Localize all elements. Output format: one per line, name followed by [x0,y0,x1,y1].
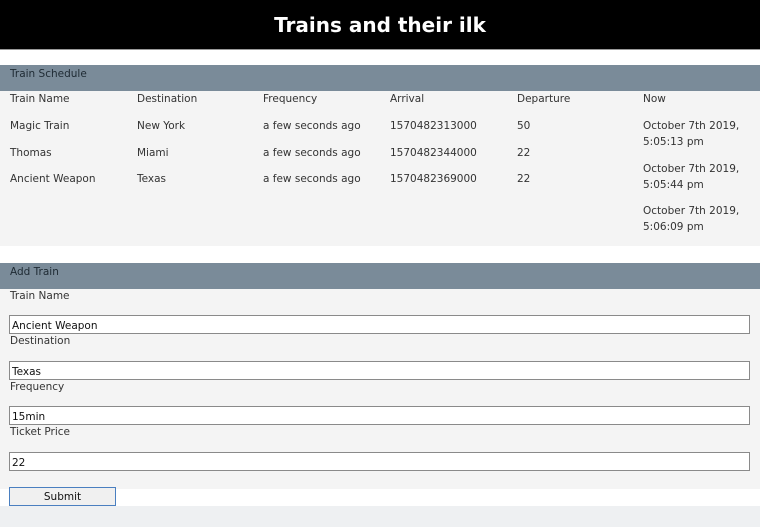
now-timestamp-1-time: 5:05:13 pm [643,136,704,148]
table-row-2-frequency: a few seconds ago [263,147,361,159]
now-timestamp-3-date: October 7th 2019, [643,205,740,217]
table-row-3-frequency: a few seconds ago [263,173,361,185]
submit-button[interactable]: Submit [9,487,116,506]
now-timestamp-3-time: 5:06:09 pm [643,221,704,233]
page-title: Trains and their ilk [274,12,486,37]
now-timestamp-2-date: October 7th 2019, [643,163,740,175]
table-row-3-destination: Texas [137,173,167,185]
table-row-2-arrival: 1570482344000 [390,147,477,159]
column-header-train-name: Train Name [10,93,70,105]
table-row-1-frequency: a few seconds ago [263,120,361,132]
now-timestamp-2: October 7th 2019, 5:05:44 pm [643,161,761,193]
now-timestamp-1: October 7th 2019, 5:05:13 pm [643,118,761,150]
ticket-price-label: Ticket Price [10,426,71,438]
column-header-arrival: Arrival [390,93,425,105]
page-header: Trains and their ilk [0,0,760,50]
column-header-departure: Departure [517,93,571,105]
destination-label: Destination [10,335,71,347]
now-timestamp-1-date: October 7th 2019, [643,120,740,132]
table-row-2-destination: Miami [137,147,169,159]
schedule-panel-heading: Train Schedule [0,65,760,91]
destination-input[interactable] [9,361,750,380]
column-header-frequency: Frequency [263,93,318,105]
now-timestamp-2-time: 5:05:44 pm [643,179,704,191]
table-row-1-departure: 50 [517,120,531,132]
frequency-input[interactable] [9,406,750,425]
now-timestamp-3: October 7th 2019, 5:06:09 pm [643,203,761,235]
column-header-now: Now [643,93,666,105]
table-row-3-departure: 22 [517,173,531,185]
table-row-1-train-name: Magic Train [10,120,70,132]
table-row-2-train-name: Thomas [10,147,52,159]
table-row-1-destination: New York [137,120,186,132]
page-footer-strip [0,506,760,527]
table-row-3-arrival: 1570482369000 [390,173,477,185]
column-header-destination: Destination [137,93,198,105]
ticket-price-input[interactable] [9,452,750,471]
table-row-1-arrival: 1570482313000 [390,120,477,132]
table-row-3-train-name: Ancient Weapon [10,173,96,185]
table-row-2-departure: 22 [517,147,531,159]
frequency-label: Frequency [10,381,65,393]
train-name-label: Train Name [10,290,70,302]
add-train-panel-heading: Add Train [0,263,760,289]
train-name-input[interactable] [9,315,750,334]
